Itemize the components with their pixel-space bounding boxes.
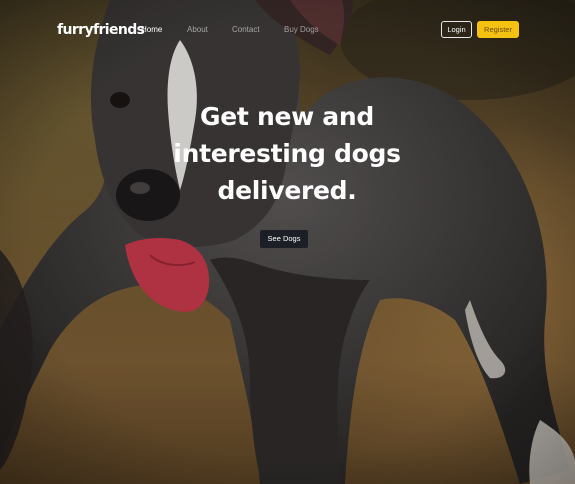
- nav-link-contact[interactable]: Contact: [232, 24, 260, 35]
- see-dogs-button[interactable]: See Dogs: [260, 230, 308, 248]
- headline-line-1: Get new and: [200, 102, 374, 131]
- nav-link-buy-dogs[interactable]: Buy Dogs: [284, 24, 319, 35]
- hero-headline: Get new and interesting dogs delivered.: [137, 98, 437, 209]
- nav-link-about[interactable]: About: [187, 24, 208, 35]
- nav-link-home[interactable]: Home: [141, 24, 162, 35]
- register-button[interactable]: Register: [477, 21, 519, 38]
- headline-line-2: interesting dogs: [173, 139, 401, 168]
- brand-logo[interactable]: furryfriends: [57, 20, 145, 40]
- hero-section: furryfriends Home About Contact Buy Dogs…: [0, 0, 575, 484]
- top-navbar: furryfriends Home About Contact Buy Dogs…: [0, 0, 575, 60]
- login-button[interactable]: Login: [441, 21, 472, 38]
- headline-line-3: delivered.: [217, 176, 357, 205]
